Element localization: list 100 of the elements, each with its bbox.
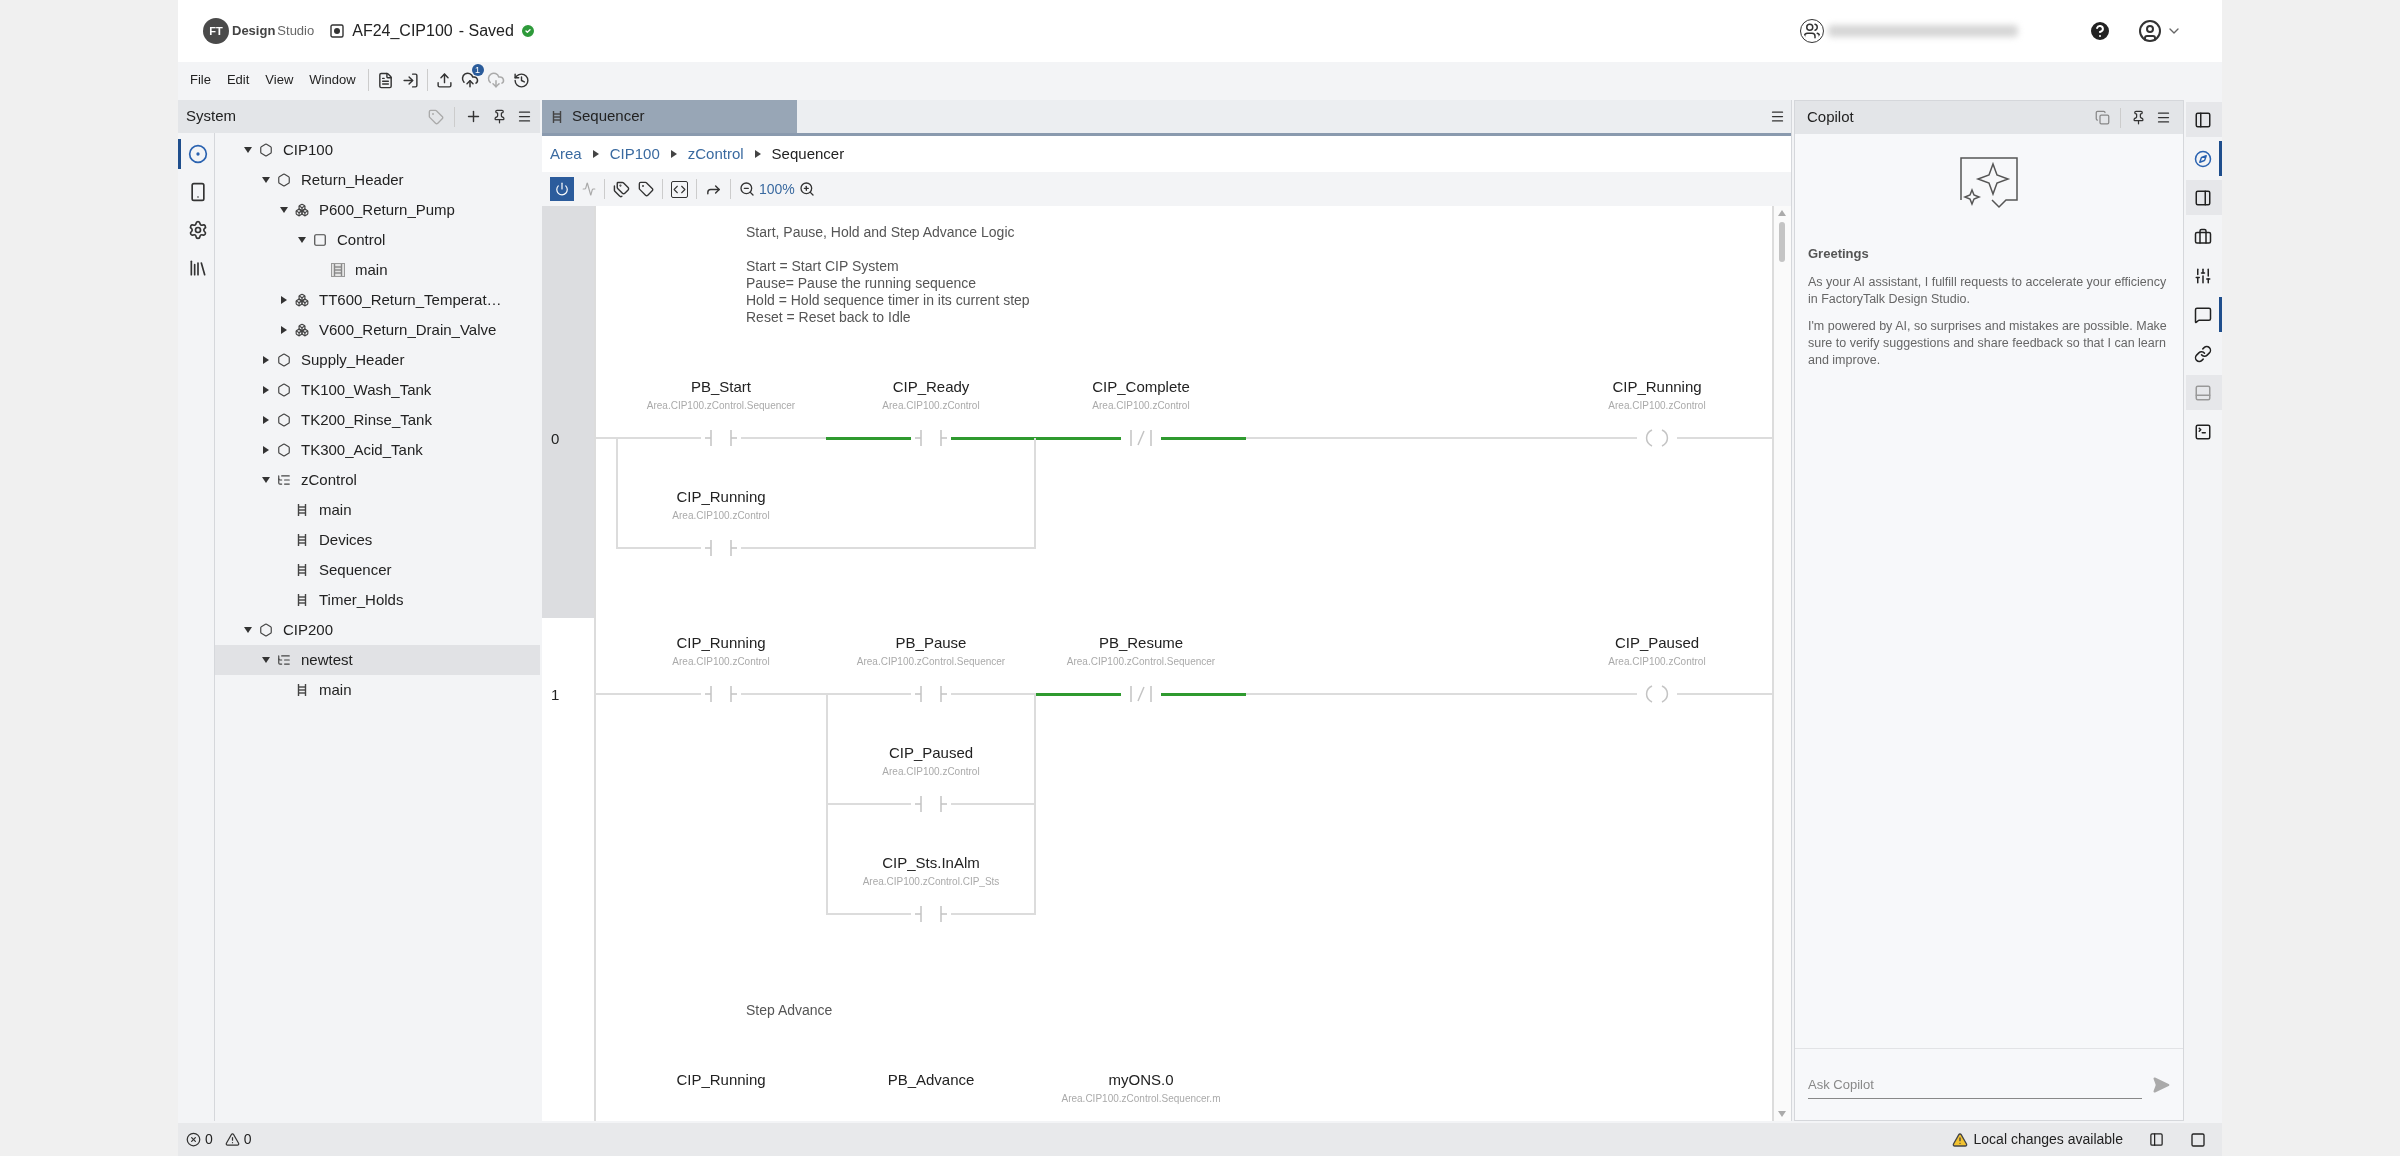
tree-item[interactable]: zControl: [215, 465, 540, 495]
upload-icon[interactable]: [435, 71, 453, 89]
tag-name[interactable]: myONS.0: [1036, 1069, 1246, 1092]
tree-item[interactable]: Control: [215, 225, 540, 255]
copy-icon[interactable]: [2095, 110, 2110, 125]
caret-icon[interactable]: [261, 355, 271, 365]
tag-name[interactable]: PB_Resume: [1036, 632, 1246, 655]
tag-name[interactable]: CIP_Running: [1552, 376, 1762, 399]
caret-icon[interactable]: [279, 205, 289, 215]
breadcrumb-link[interactable]: CIP100: [609, 142, 660, 166]
menu-icon[interactable]: [1770, 109, 1785, 124]
cloud-upload-icon[interactable]: [460, 71, 479, 89]
tag-name[interactable]: CIP_Running: [616, 632, 826, 655]
rung-number[interactable]: 0: [551, 430, 560, 447]
tag-name[interactable]: CIP_Complete: [1036, 376, 1246, 399]
menu-icon[interactable]: [517, 109, 532, 124]
error-icon[interactable]: [186, 1132, 201, 1147]
side-toggle[interactable]: [2186, 180, 2222, 215]
ladder-icon: [295, 533, 309, 547]
tag-icon[interactable]: [638, 181, 654, 197]
tree-item[interactable]: main: [215, 675, 540, 705]
ladder-rung[interactable]: PB_Start Area.CIP100.zControl.Sequencer CIP_Ready Area.CIP100.zControl CIP_Running Area.CIP100.zControl CIP_Complete Area.CIP100.zControl CIP_Running Area.CIP100.zControl: [594, 362, 1774, 618]
caret-icon[interactable]: [261, 445, 271, 455]
warning-icon[interactable]: [224, 1132, 240, 1147]
tree-item[interactable]: Devices: [215, 525, 540, 555]
caret-icon[interactable]: [261, 175, 271, 185]
tree-item[interactable]: V600_Return_Drain_Valve: [215, 315, 540, 345]
caret-icon[interactable]: [297, 235, 307, 245]
tree-item[interactable]: CIP200: [215, 615, 540, 645]
live-toggle[interactable]: [550, 177, 574, 201]
import-icon[interactable]: [401, 71, 419, 89]
tree-item[interactable]: Return_Header: [215, 165, 540, 195]
breadcrumb-link[interactable]: Area: [550, 142, 582, 166]
zoom-out-icon[interactable]: [739, 181, 755, 197]
code-icon[interactable]: [671, 180, 688, 198]
tree-item[interactable]: TK300_Acid_Tank: [215, 435, 540, 465]
menu-item[interactable]: Edit: [218, 66, 258, 94]
rung-comment-title: Step Advance: [746, 1002, 834, 1019]
target-icon: [187, 144, 208, 164]
caret-icon[interactable]: [279, 295, 289, 305]
tree-item[interactable]: TT600_Return_Temperat…: [215, 285, 540, 315]
zoom-level: 100%: [759, 179, 795, 199]
caret-icon[interactable]: [243, 625, 253, 635]
user-icon[interactable]: [2138, 19, 2162, 43]
tree-item[interactable]: main: [215, 255, 540, 285]
side-toggle[interactable]: [2186, 375, 2222, 410]
project-status: - Saved: [458, 21, 514, 41]
tag-scope: Area.CIP100.zControl.CIP_Sts: [861, 875, 1001, 889]
logo-mark: FT: [203, 18, 229, 44]
help-icon[interactable]: [2088, 19, 2112, 43]
logo-brand: Design: [232, 22, 276, 41]
panel-title: Copilot: [1807, 107, 1854, 128]
menu-icon[interactable]: [2156, 110, 2171, 125]
hexagon-icon: [277, 383, 291, 397]
menu-item[interactable]: View: [257, 66, 302, 94]
add-icon[interactable]: [465, 108, 482, 125]
tree-item[interactable]: P600_Return_Pump: [215, 195, 540, 225]
caret-icon[interactable]: [261, 415, 271, 425]
rung-comment-line: Start = Start CIP System: [746, 258, 900, 275]
hexagon-icon: [277, 353, 291, 367]
menu-item[interactable]: File: [182, 66, 219, 94]
tag-name[interactable]: CIP_Running: [616, 1069, 826, 1092]
tree-item[interactable]: Timer_Holds: [215, 585, 540, 615]
editor-tab[interactable]: Sequencer: [542, 100, 797, 133]
caret-icon[interactable]: [261, 385, 271, 395]
boxes-icon: [295, 203, 309, 217]
caret-icon[interactable]: [279, 325, 289, 335]
menu-item[interactable]: Window: [301, 66, 364, 94]
pin-icon[interactable]: [492, 109, 507, 124]
pin-icon[interactable]: [2131, 110, 2146, 125]
tag-name[interactable]: CIP_Ready: [826, 376, 1036, 399]
tree-item[interactable]: TK100_Wash_Tank: [215, 375, 540, 405]
caret-icon[interactable]: [243, 145, 253, 155]
tree-item[interactable]: CIP100: [215, 135, 540, 165]
tree-item[interactable]: Supply_Header: [215, 345, 540, 375]
tag-name[interactable]: PB_Pause: [826, 632, 1036, 655]
square-icon[interactable]: [2190, 1131, 2206, 1148]
project-icon: [330, 24, 345, 38]
caret-icon[interactable]: [261, 475, 271, 485]
caret-icon[interactable]: [261, 655, 271, 665]
tree-item[interactable]: main: [215, 495, 540, 525]
tag-name[interactable]: PB_Advance: [826, 1069, 1036, 1092]
tag-name[interactable]: CIP_Running: [616, 486, 826, 509]
tree-item[interactable]: newtest: [215, 645, 540, 675]
tag-name[interactable]: CIP_Paused: [826, 742, 1036, 765]
tree-item[interactable]: Sequencer: [215, 555, 540, 585]
tree-item[interactable]: TK200_Rinse_Tank: [215, 405, 540, 435]
tag-name[interactable]: CIP_Sts.InAlm: [826, 852, 1036, 875]
ask-copilot-field[interactable]: Ask Copilot: [1808, 1070, 2142, 1099]
history-icon[interactable]: [512, 71, 530, 89]
side-toggle[interactable]: [2186, 102, 2222, 137]
rung-number[interactable]: 1: [551, 686, 560, 703]
breadcrumb-link[interactable]: zControl: [687, 142, 744, 166]
tags-icon[interactable]: [613, 180, 630, 198]
tag-name[interactable]: PB_Start: [616, 376, 826, 399]
zoom-in-icon[interactable]: [798, 181, 815, 197]
document-icon[interactable]: [376, 71, 394, 89]
scrollbar-thumb[interactable]: [1779, 222, 1785, 262]
panel-icon[interactable]: [2149, 1132, 2164, 1147]
tag-name[interactable]: CIP_Paused: [1552, 632, 1762, 655]
